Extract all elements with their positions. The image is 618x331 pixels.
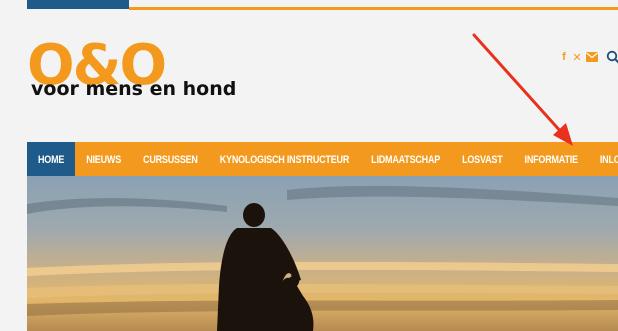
nav-item-losvast[interactable]: LOSVAST bbox=[451, 138, 513, 181]
main-navigation: HOME NIEUWS CURSUSSEN KYNOLOGISCH INSTRU… bbox=[27, 142, 618, 176]
social-links: f ✕ bbox=[560, 50, 618, 64]
top-accent-orange bbox=[129, 7, 618, 10]
x-icon[interactable]: ✕ bbox=[572, 51, 582, 64]
nav-item-informatie[interactable]: INFORMATIE bbox=[514, 138, 589, 181]
top-accent-dark bbox=[27, 0, 129, 9]
search-icon[interactable] bbox=[606, 50, 618, 64]
facebook-icon[interactable]: f bbox=[560, 51, 568, 63]
nav-item-lidmaatschap[interactable]: LIDMAATSCHAP bbox=[360, 138, 451, 181]
hero-image bbox=[27, 176, 618, 331]
logo-tagline: voor mens en hond bbox=[31, 78, 237, 100]
nav-item-inloggen[interactable]: INLOGGEN bbox=[589, 138, 618, 181]
top-accent-bar bbox=[0, 0, 618, 10]
mail-icon[interactable] bbox=[586, 52, 598, 62]
site-logo[interactable]: O&O voor mens en hond bbox=[27, 36, 237, 108]
nav-item-cursussen[interactable]: CURSUSSEN bbox=[132, 138, 209, 181]
nav-item-kynologisch-instructeur[interactable]: KYNOLOGISCH INSTRUCTEUR bbox=[209, 138, 360, 181]
nav-item-nieuws[interactable]: NIEUWS bbox=[75, 138, 132, 181]
nav-item-home[interactable]: HOME bbox=[27, 142, 76, 176]
